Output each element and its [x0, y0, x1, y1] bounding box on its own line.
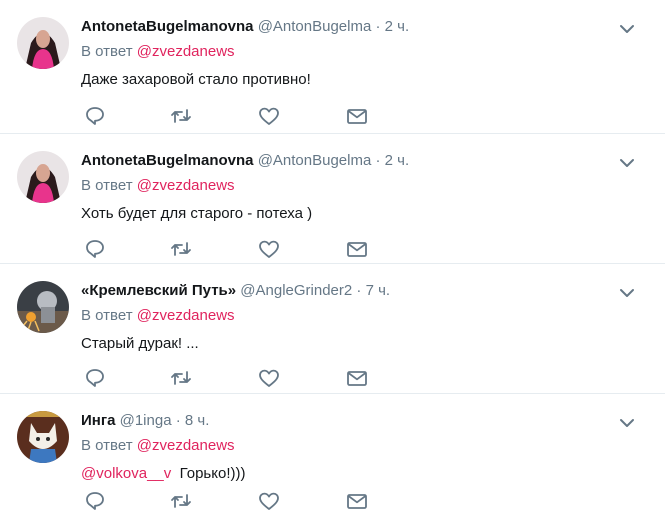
author-handle[interactable]: @AntonBugelma: [258, 152, 372, 169]
tweet[interactable]: AntonetaBugelmanovna @AntonBugelma · 2 ч…: [0, 0, 665, 134]
reply-context: В ответ @zvezdanews: [81, 42, 645, 62]
tweet[interactable]: AntonetaBugelmanovna @AntonBugelma · 2 ч…: [0, 134, 665, 264]
reply-prefix: В ответ: [81, 437, 133, 454]
heart-icon[interactable]: [257, 105, 281, 127]
tweet-header: AntonetaBugelmanovna @AntonBugelma · 2 ч…: [81, 17, 645, 37]
separator-dot: ·: [375, 18, 381, 35]
reply-icon[interactable]: [83, 490, 107, 512]
tweet-actions: [81, 238, 381, 260]
tweet[interactable]: «Кремлевский Путь» @AngleGrinder2 · 7 ч.…: [0, 264, 665, 394]
reply-context: В ответ @zvezdanews: [81, 306, 645, 326]
author-name[interactable]: «Кремлевский Путь»: [81, 282, 236, 299]
retweet-icon[interactable]: [169, 367, 193, 389]
separator-dot: ·: [356, 282, 362, 299]
author-name[interactable]: Инга: [81, 412, 115, 429]
tweet-actions: [81, 367, 381, 389]
reply-context: В ответ @zvezdanews: [81, 436, 645, 456]
reply-feed: AntonetaBugelmanovna @AntonBugelma · 2 ч…: [0, 0, 665, 516]
author-handle[interactable]: @1inga: [120, 412, 172, 429]
timestamp[interactable]: 8 ч.: [185, 412, 210, 429]
tweet-actions: [81, 105, 381, 127]
tweet[interactable]: Инга @1inga · 8 ч. В ответ @zvezdanews @…: [0, 394, 665, 516]
reply-context: В ответ @zvezdanews: [81, 176, 645, 196]
chevron-down-icon[interactable]: [619, 22, 635, 34]
separator-dot: ·: [175, 412, 181, 429]
retweet-icon[interactable]: [169, 490, 193, 512]
retweet-icon[interactable]: [169, 105, 193, 127]
tweet-text: @volkova__v Горько!))): [81, 464, 645, 484]
tweet-actions: [81, 490, 381, 512]
tweet-header: Инга @1inga · 8 ч.: [81, 411, 645, 431]
envelope-icon[interactable]: [345, 367, 369, 389]
timestamp[interactable]: 7 ч.: [366, 282, 391, 299]
tweet-content: Инга @1inga · 8 ч. В ответ @zvezdanews @…: [81, 411, 645, 484]
reply-prefix: В ответ: [81, 307, 133, 324]
heart-icon[interactable]: [257, 490, 281, 512]
text-mention[interactable]: @volkova__v: [81, 465, 171, 482]
tweet-header: AntonetaBugelmanovna @AntonBugelma · 2 ч…: [81, 151, 645, 171]
envelope-icon[interactable]: [345, 490, 369, 512]
author-handle[interactable]: @AngleGrinder2: [240, 282, 352, 299]
tweet-content: AntonetaBugelmanovna @AntonBugelma · 2 ч…: [81, 17, 645, 90]
reply-icon[interactable]: [83, 367, 107, 389]
tweet-text-body: Горько!))): [179, 465, 246, 482]
chevron-down-icon[interactable]: [619, 156, 635, 168]
author-name[interactable]: AntonetaBugelmanovna: [81, 18, 254, 35]
reply-icon[interactable]: [83, 105, 107, 127]
reply-prefix: В ответ: [81, 43, 133, 60]
reply-to-mention[interactable]: @zvezdanews: [137, 307, 235, 324]
reply-to-mention[interactable]: @zvezdanews: [137, 43, 235, 60]
reply-to-mention[interactable]: @zvezdanews: [137, 177, 235, 194]
timestamp[interactable]: 2 ч.: [385, 18, 410, 35]
heart-icon[interactable]: [257, 367, 281, 389]
tweet-text: Даже захаровой стало противно!: [81, 71, 311, 88]
envelope-icon[interactable]: [345, 238, 369, 260]
avatar[interactable]: [17, 17, 69, 69]
reply-prefix: В ответ: [81, 177, 133, 194]
tweet-header: «Кремлевский Путь» @AngleGrinder2 · 7 ч.: [81, 281, 645, 301]
heart-icon[interactable]: [257, 238, 281, 260]
envelope-icon[interactable]: [345, 105, 369, 127]
tweet-text: Хоть будет для старого - потеха ): [81, 205, 313, 222]
tweet-text: Старый дурак! ...: [81, 335, 199, 352]
reply-to-mention[interactable]: @zvezdanews: [137, 437, 235, 454]
timestamp[interactable]: 2 ч.: [385, 152, 410, 169]
tweet-content: «Кремлевский Путь» @AngleGrinder2 · 7 ч.…: [81, 281, 645, 354]
chevron-down-icon[interactable]: [619, 286, 635, 298]
separator-dot: ·: [375, 152, 381, 169]
tweet-content: AntonetaBugelmanovna @AntonBugelma · 2 ч…: [81, 151, 645, 224]
avatar[interactable]: [17, 151, 69, 203]
avatar[interactable]: [17, 281, 69, 333]
author-handle[interactable]: @AntonBugelma: [258, 18, 372, 35]
avatar[interactable]: [17, 411, 69, 463]
chevron-down-icon[interactable]: [619, 416, 635, 428]
reply-icon[interactable]: [83, 238, 107, 260]
retweet-icon[interactable]: [169, 238, 193, 260]
author-name[interactable]: AntonetaBugelmanovna: [81, 152, 254, 169]
